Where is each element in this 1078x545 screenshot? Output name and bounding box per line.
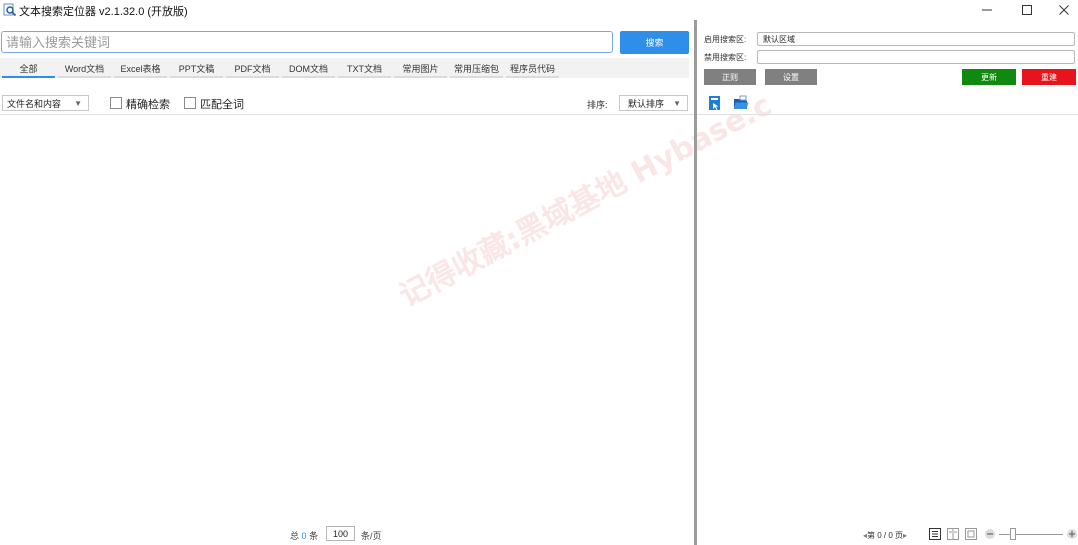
chevron-down-icon: ▼	[74, 99, 82, 108]
next-page-icon[interactable]: ▸	[903, 531, 907, 540]
magnifier-app-icon	[3, 3, 17, 17]
tab-label: Word文档	[64, 63, 105, 74]
zoom-in-icon[interactable]	[1066, 528, 1078, 540]
search-scope-value: 文件名和内容	[7, 98, 62, 109]
tab-underline	[394, 76, 447, 78]
tab-underline	[506, 76, 559, 78]
tab-underline	[2, 76, 55, 78]
tab-dom[interactable]: DOM文档	[282, 58, 335, 78]
total-count: 0	[301, 531, 307, 541]
tab-images[interactable]: 常用图片	[394, 58, 447, 78]
close-button[interactable]	[1043, 0, 1078, 20]
search-button[interactable]: 搜索	[620, 31, 689, 54]
tab-archives[interactable]: 常用压缩包	[450, 58, 503, 78]
locate-in-file-icon[interactable]	[707, 95, 723, 111]
tab-excel[interactable]: Excel表格	[114, 58, 167, 78]
fit-page-view-icon[interactable]	[965, 528, 977, 540]
page-indicator: ◂第 0 / 0 页▸	[863, 530, 907, 541]
zoom-out-icon[interactable]	[984, 528, 996, 540]
maximize-button[interactable]	[1006, 0, 1048, 20]
tab-label: PPT文稿	[178, 63, 215, 74]
double-page-view-icon[interactable]	[947, 528, 959, 540]
page-size-input[interactable]: 100	[326, 526, 355, 541]
window-title: 文本搜索定位器 v2.1.32.0 (开放版)	[19, 6, 188, 18]
settings-button[interactable]: 设置	[765, 69, 817, 85]
rebuild-button[interactable]: 重建	[1022, 69, 1076, 85]
close-icon	[1059, 5, 1069, 15]
sort-label: 排序:	[587, 100, 608, 110]
sort-select[interactable]: 默认排序 ▼	[619, 95, 688, 111]
single-page-view-icon[interactable]	[929, 528, 941, 540]
tab-underline	[114, 76, 167, 78]
tab-label: PDF文档	[234, 63, 271, 74]
title-bar: 文本搜索定位器 v2.1.32.0 (开放版)	[0, 0, 1078, 20]
tab-txt[interactable]: TXT文档	[338, 58, 391, 78]
tab-underline	[282, 76, 335, 78]
sort-value: 默认排序	[628, 98, 665, 109]
total-prefix: 总	[290, 531, 300, 541]
result-total: 总 0 条	[290, 529, 318, 542]
tab-code[interactable]: 程序员代码	[506, 58, 559, 78]
tab-pdf[interactable]: PDF文档	[226, 58, 279, 78]
tab-label: TXT文档	[347, 63, 382, 74]
tab-label: 常用图片	[402, 63, 439, 74]
preview-toolbar	[697, 91, 1078, 115]
file-type-tabs: 全部 Word文档 Excel表格 PPT文稿 PDF文档 DOM文档 TXT文…	[0, 58, 689, 78]
tab-underline	[226, 76, 279, 78]
tab-label: 常用压缩包	[453, 63, 499, 74]
filter-bar: 文件名和内容 ▼ 精确检索 匹配全词 排序: 默认排序 ▼	[0, 91, 694, 115]
preview-footer: ◂第 0 / 0 页▸	[697, 525, 1078, 543]
tab-word[interactable]: Word文档	[58, 58, 111, 78]
maximize-icon	[1022, 5, 1032, 15]
tab-label: 全部	[19, 63, 38, 74]
search-scope-select[interactable]: 文件名和内容 ▼	[2, 95, 89, 111]
preview-panel: 启用搜索区: 默认区域 禁用搜索区: 正则 设置 更新 重建 ◂第 0 / 0 …	[697, 20, 1078, 545]
tab-underline	[338, 76, 391, 78]
zoom-slider-thumb[interactable]	[1010, 528, 1016, 540]
disabled-area-field[interactable]	[757, 50, 1075, 64]
update-button[interactable]: 更新	[962, 69, 1016, 85]
open-folder-icon[interactable]	[733, 95, 749, 111]
tab-underline	[450, 76, 503, 78]
regex-button[interactable]: 正则	[704, 69, 756, 85]
tab-label: 程序员代码	[509, 63, 555, 74]
results-list[interactable]: 记得收藏:黑域基地 Hybase.c	[0, 88, 778, 521]
page-indicator-text: 第 0 / 0 页	[867, 531, 904, 540]
total-suffix: 条	[309, 531, 319, 541]
minimize-button[interactable]	[966, 0, 1008, 20]
chevron-down-icon: ▼	[673, 99, 681, 108]
search-panel: 搜索 全部 Word文档 Excel表格 PPT文稿 PDF文档 DOM文档 T…	[0, 20, 778, 545]
whole-word-checkbox[interactable]	[184, 97, 196, 109]
enabled-area-label: 启用搜索区:	[704, 35, 747, 44]
exact-search-checkbox[interactable]	[110, 97, 122, 109]
tab-label: DOM文档	[289, 63, 328, 74]
tab-all[interactable]: 全部	[2, 58, 55, 78]
file-preview-area[interactable]	[697, 116, 1078, 521]
exact-search-label: 精确检索	[126, 99, 170, 111]
whole-word-label: 匹配全词	[200, 99, 244, 111]
page-size-unit: 条/页	[361, 531, 382, 541]
pager: 总 0 条 100 条/页	[0, 525, 694, 543]
search-input[interactable]	[1, 31, 613, 53]
minimize-icon	[982, 9, 992, 11]
tab-underline	[170, 76, 223, 78]
disabled-area-label: 禁用搜索区:	[704, 53, 747, 62]
tab-underline	[58, 76, 111, 78]
zoom-slider-track[interactable]	[999, 534, 1063, 535]
enabled-area-field[interactable]: 默认区域	[757, 32, 1075, 46]
tab-label: Excel表格	[120, 63, 161, 74]
tab-ppt[interactable]: PPT文稿	[170, 58, 223, 78]
